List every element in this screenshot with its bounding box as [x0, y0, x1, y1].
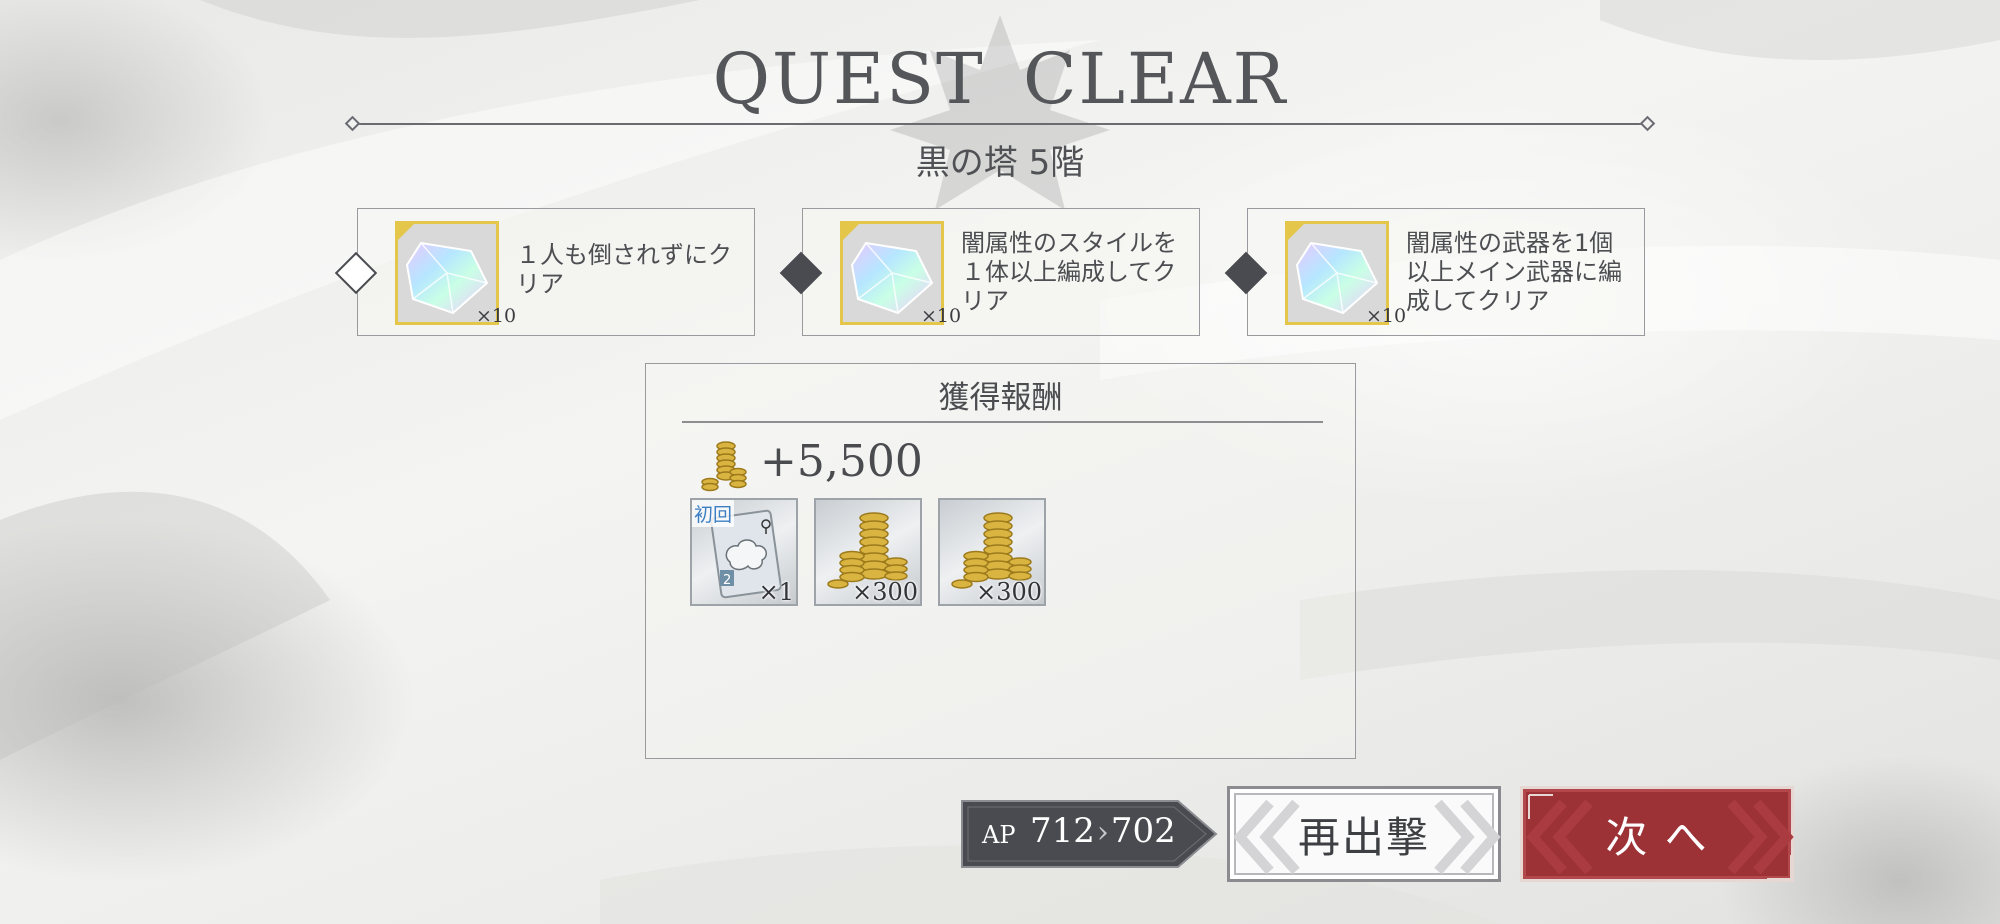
reward-item[interactable]: ×300	[938, 498, 1046, 606]
first-clear-badge: 初回	[692, 500, 735, 527]
rewards-divider	[682, 421, 1323, 423]
mission-card: ×10 １人も倒されずにクリア	[334, 208, 755, 336]
retry-label: 再出撃	[1297, 812, 1430, 862]
reward-quantity: ×300	[852, 578, 918, 606]
mission-card: ×10 闇属性の武器を1個以上メイン武器に編成してクリア	[1224, 208, 1645, 336]
gold-amount: +5,500	[760, 436, 923, 487]
rewards-heading: 獲得報酬	[938, 380, 1063, 416]
next-button[interactable]: 次 へ	[1520, 786, 1794, 882]
ap-label: AP	[982, 821, 1016, 849]
retry-button[interactable]: 再出撃	[1227, 786, 1501, 882]
reward-quantity: ×300	[976, 578, 1042, 606]
ap-values: 712›702	[1030, 811, 1176, 851]
ap-current: 712	[1030, 811, 1095, 851]
gold-coins-icon	[701, 441, 747, 492]
ap-after: 702	[1110, 811, 1176, 851]
reward-quantity: ×1	[758, 578, 794, 606]
mission-reward-quantity: ×10	[921, 305, 962, 327]
ap-indicator: AP 712›702	[960, 799, 1220, 869]
reward-item[interactable]: ×300	[814, 498, 922, 606]
title-divider	[344, 115, 1656, 132]
svg-text:2: 2	[723, 573, 731, 588]
page-title: QUEST CLEAR	[712, 38, 1288, 120]
next-label: 次 へ	[1605, 812, 1709, 862]
mission-description: 闇属性のスタイルを１体以上編成してクリア	[961, 229, 1177, 315]
chevron-right-icon: ›	[1096, 815, 1109, 850]
mission-description: 闇属性の武器を1個以上メイン武器に編成してクリア	[1406, 229, 1622, 315]
mission-card: ×10 闇属性のスタイルを１体以上編成してクリア	[779, 208, 1200, 336]
reward-item[interactable]: 2 初回 ×1	[690, 498, 798, 606]
mission-description: １人も倒されずにクリア	[516, 241, 732, 298]
mission-reward-quantity: ×10	[1366, 305, 1407, 327]
mission-reward-quantity: ×10	[476, 305, 517, 327]
rewards-panel: 獲得報酬 +5,500 2 初回 ×1 ×300 ×300	[645, 363, 1356, 759]
quest-name: 黒の塔 5階	[915, 143, 1085, 183]
